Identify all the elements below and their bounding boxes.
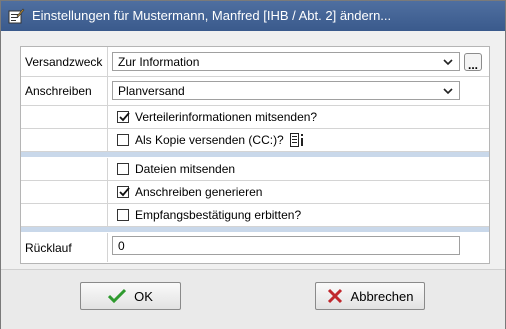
checkmark-icon [119,187,130,197]
row-versandzweck: Versandzweck Zur Information ... [21,47,489,77]
generieren-label: Anschreiben generieren [135,185,263,199]
kopie-checkbox[interactable]: Als Kopie versenden (CC:)? [117,133,306,147]
settings-edit-icon [8,8,25,24]
empfang-checkbox[interactable]: Empfangsbestätigung erbitten? [117,208,301,222]
section-separator [21,227,489,232]
anschreiben-label: Anschreiben [25,84,92,98]
ruecklauf-input[interactable]: 0 [112,236,460,255]
chevron-down-icon [443,59,453,66]
row-generieren: Anschreiben generieren [21,181,489,204]
button-bar: OK Abbrechen [1,269,505,329]
cancel-label: Abbrechen [350,288,414,304]
empfang-label: Empfangsbestätigung erbitten? [135,208,302,222]
row-anschreiben: Anschreiben Planversand [21,77,489,106]
versandzweck-label: Versandzweck [25,54,103,69]
row-empfang: Empfangsbestätigung erbitten? [21,204,489,227]
dateien-checkbox[interactable]: Dateien mitsenden [117,162,235,176]
checkbox-box [117,186,130,198]
kopie-label: Als Kopie versenden (CC:)? [135,133,284,147]
ruecklauf-value: 0 [118,238,125,253]
settings-dialog: Einstellungen für Mustermann, Manfred [I… [0,0,506,329]
verteilerinfo-checkbox[interactable]: Verteilerinformationen mitsenden? [117,110,317,124]
checkbox-box [117,111,130,123]
versandzweck-select[interactable]: Zur Information [112,52,460,71]
versandzweck-more-button[interactable]: ... [464,53,482,71]
anschreiben-value: Planversand [118,83,185,98]
ok-label: OK [134,288,153,304]
chevron-down-icon [443,88,453,95]
checkbox-box [117,163,129,175]
settings-panel: Versandzweck Zur Information ... Anschre… [20,46,490,264]
section-separator [21,152,489,157]
versandzweck-value: Zur Information [118,54,200,69]
ok-button[interactable]: OK [80,282,181,310]
cancel-button[interactable]: Abbrechen [315,282,425,310]
verteilerinfo-label: Verteilerinformationen mitsenden? [135,110,318,124]
ruecklauf-label: Rücklauf [25,240,72,255]
window-title: Einstellungen für Mustermann, Manfred [I… [32,8,392,23]
row-ruecklauf: Rücklauf 0 [21,233,489,262]
anschreiben-select[interactable]: Planversand [112,81,460,100]
checkbox-box [117,134,129,146]
dateien-label: Dateien mitsenden [135,162,236,176]
checkmark-icon [119,112,130,122]
row-dateien: Dateien mitsenden [21,158,489,181]
x-icon [327,288,342,304]
title-bar: Einstellungen für Mustermann, Manfred [I… [1,1,505,31]
checkmark-icon [108,288,127,304]
row-kopie: Als Kopie versenden (CC:)? [21,129,489,152]
row-verteilerinfo: Verteilerinformationen mitsenden? [21,106,489,129]
info-list-icon[interactable] [289,133,306,147]
generieren-checkbox[interactable]: Anschreiben generieren [117,185,262,199]
checkbox-box [117,209,129,221]
